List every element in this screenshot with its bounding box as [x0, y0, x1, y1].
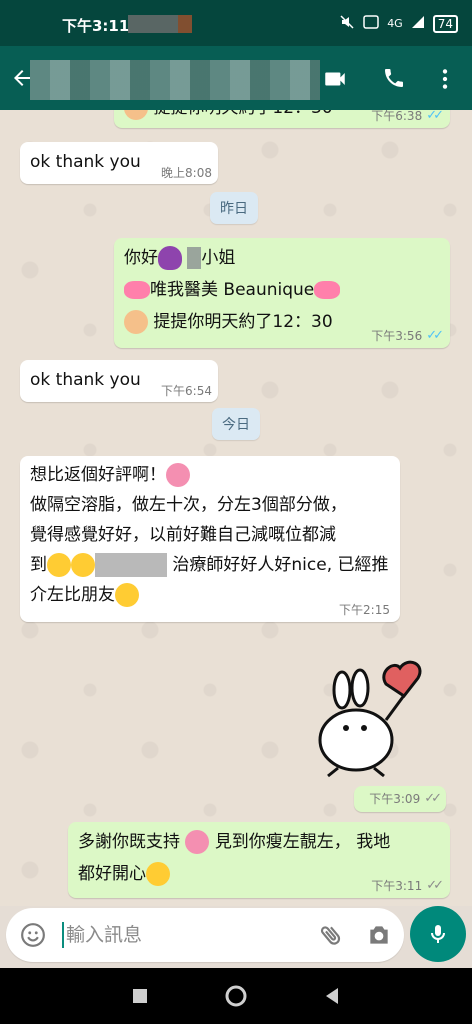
- person-tipping-hand-emoji: [124, 110, 148, 120]
- message-text: 提提你明天約了12：30: [153, 312, 333, 332]
- read-receipt-icon: ✓✓: [426, 328, 444, 343]
- message-text: 你好: [124, 248, 158, 268]
- message-incoming[interactable]: 想比返個好評啊！ 做隔空溶脂，做左十次，分左3個部分做， 覺得感覺好好，以前好難…: [20, 456, 400, 622]
- redacted-name: [95, 553, 167, 577]
- message-line: 做隔空溶脂，做左十次，分左3個部分做，: [30, 495, 347, 515]
- status-bar: 下午3:11 4G 74: [0, 0, 472, 46]
- message-line: 想比返個好評啊！: [30, 460, 390, 490]
- mute-icon: [339, 14, 355, 33]
- pink-heart-emoji: [185, 830, 210, 854]
- message-time: 下午3:11: [371, 879, 423, 893]
- status-notification-icons-blurred: [128, 15, 192, 33]
- message-line: 你好 小姐: [124, 242, 440, 274]
- message-line: 唯我醫美 Beaunique: [124, 274, 440, 306]
- video-camera-icon[interactable]: [322, 66, 348, 92]
- message-text: 都好開心: [78, 864, 146, 884]
- message-time: 下午6:54: [161, 384, 212, 398]
- volte-icon: [363, 15, 379, 32]
- text-cursor: [62, 922, 64, 948]
- status-icons: 4G 74: [339, 14, 458, 33]
- more-vertical-icon[interactable]: [432, 66, 458, 92]
- sticker-bunny-heart[interactable]: [308, 650, 428, 780]
- delivered-receipt-icon: ✓✓: [426, 878, 444, 893]
- heart-eyes-emoji: [146, 862, 170, 886]
- signal-icon: [411, 15, 425, 32]
- emoji-icon[interactable]: [20, 922, 46, 948]
- rolling-laughing-emoji: [47, 553, 71, 577]
- message-line: 多謝你既支持 見到你瘦左靚左， 我地: [78, 826, 440, 858]
- redacted-name: [187, 247, 202, 269]
- system-navigation-bar: [0, 968, 472, 1024]
- message-input[interactable]: [66, 920, 306, 950]
- message-line: 到 治療師好好人好nice, 已經推: [30, 550, 390, 580]
- grinning-squinting-emoji: [115, 583, 139, 607]
- ribbon-emoji: [314, 281, 341, 299]
- home-icon[interactable]: [224, 984, 248, 1008]
- chat-header: [0, 46, 472, 110]
- message-text: 多謝你既支持: [78, 832, 180, 852]
- message-outgoing-partial[interactable]: 提提你明天約了12：30 下午6:38 ✓✓: [114, 110, 450, 128]
- message-time: 晚上8:08: [161, 166, 212, 180]
- message-text: 到: [30, 555, 47, 575]
- delivered-receipt-icon: ✓✓: [424, 791, 442, 806]
- camera-icon[interactable]: [366, 922, 392, 948]
- ribbon-emoji: [124, 281, 150, 299]
- microphone-icon[interactable]: [410, 906, 466, 962]
- message-text: 提提你明天約了12：30: [153, 110, 332, 118]
- recent-apps-icon[interactable]: [128, 984, 152, 1008]
- message-text: 見到你瘦左靚左，: [214, 832, 351, 852]
- message-meta: 下午3:56 ✓✓: [371, 328, 444, 344]
- rolling-laughing-emoji: [71, 553, 95, 577]
- message-meta: 下午3:09 ✓✓: [369, 791, 442, 807]
- message-outgoing[interactable]: 你好 小姐 唯我醫美 Beaunique 提提你明天約了12：30 下午3:56…: [114, 238, 450, 348]
- message-text: 我地: [356, 832, 391, 852]
- message-meta: 下午3:11 ✓✓: [371, 878, 444, 894]
- phone-icon[interactable]: [382, 66, 408, 92]
- status-time: 下午3:11: [62, 17, 130, 35]
- date-divider-today: 今日: [212, 408, 260, 440]
- message-line: 介左比朋友: [30, 580, 390, 610]
- chat-message-list[interactable]: 提提你明天約了12：30 下午6:38 ✓✓ ok thank you 晚上8:…: [0, 110, 472, 906]
- message-text: 介左比朋友: [30, 585, 115, 605]
- read-receipt-icon: ✓✓: [426, 110, 444, 123]
- message-text: 想比返個好評啊！: [30, 465, 166, 485]
- message-incoming[interactable]: ok thank you 晚上8:08: [20, 142, 218, 184]
- message-time: 下午6:38: [371, 110, 423, 123]
- paperclip-icon[interactable]: [318, 922, 344, 948]
- message-text: 小姐: [201, 248, 236, 268]
- message-text: 治療師好好人好nice, 已經推: [172, 555, 389, 575]
- message-time: 下午2:15: [339, 603, 390, 617]
- composer-bar: [0, 906, 472, 968]
- back-triangle-icon[interactable]: [320, 984, 344, 1008]
- date-divider-yesterday: 昨日: [210, 192, 258, 224]
- message-text: ok thank you: [30, 370, 141, 390]
- purple-heart-emoji: [158, 246, 182, 270]
- two-hearts-emoji: [166, 463, 190, 487]
- message-time: 下午3:09: [369, 792, 421, 806]
- battery-indicator: 74: [432, 14, 458, 33]
- message-text: 唯我醫美 Beaunique: [150, 280, 315, 300]
- composer-box[interactable]: [6, 908, 404, 962]
- sticker-meta: 下午3:09 ✓✓: [354, 786, 446, 812]
- network-label: 4G: [387, 17, 403, 30]
- message-line: 覺得感覺好好，以前好難自己減嘅位都減: [30, 525, 336, 545]
- contact-name-blurred[interactable]: [30, 60, 320, 100]
- message-meta: 下午6:38 ✓✓: [371, 110, 444, 123]
- message-outgoing[interactable]: 多謝你既支持 見到你瘦左靚左， 我地 都好開心 下午3:11 ✓✓: [68, 822, 450, 898]
- person-tipping-hand-emoji: [124, 310, 148, 334]
- message-time: 下午3:56: [371, 329, 423, 343]
- message-incoming[interactable]: ok thank you 下午6:54: [20, 360, 218, 402]
- message-text: ok thank you: [30, 152, 141, 172]
